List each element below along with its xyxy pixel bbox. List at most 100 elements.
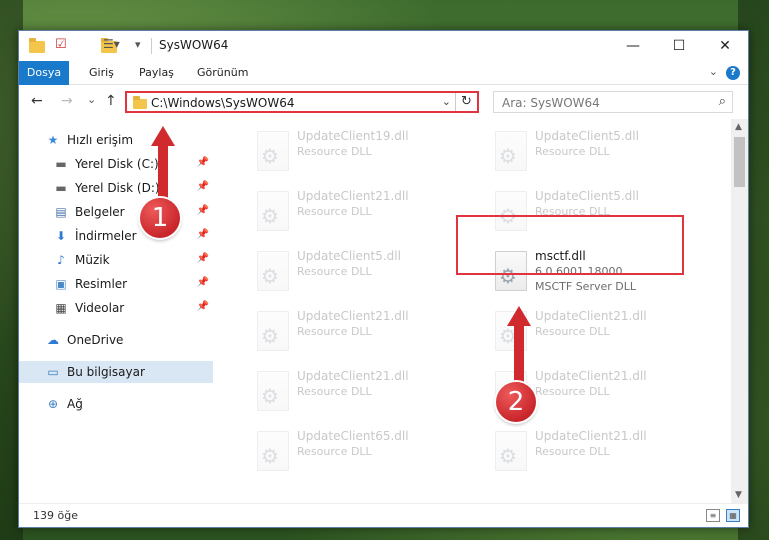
window-title: SysWOW64 bbox=[159, 38, 229, 52]
file-item[interactable]: UpdateClient5.dll Resource DLL bbox=[249, 243, 477, 301]
tab-home[interactable]: Giriş bbox=[81, 61, 122, 85]
pin-icon[interactable]: 📌 bbox=[197, 229, 209, 240]
scroll-thumb[interactable] bbox=[734, 137, 745, 187]
sidebar-item-1[interactable]: ▬ Yerel Disk (C:) 📌 bbox=[19, 153, 213, 175]
file-name: UpdateClient21.dll bbox=[297, 369, 409, 383]
file-item[interactable]: UpdateClient65.dll Resource DLL bbox=[249, 423, 477, 481]
sidebar-item-7[interactable]: ▦ Videolar 📌 bbox=[19, 297, 213, 319]
file-sub1: Resource DLL bbox=[297, 385, 372, 398]
help-icon[interactable]: ? bbox=[726, 66, 740, 80]
sidebar-item-label: Bu bilgisayar bbox=[67, 365, 145, 379]
file-name: UpdateClient21.dll bbox=[535, 369, 647, 383]
pin-icon[interactable]: 📌 bbox=[197, 301, 209, 312]
file-sub1: Resource DLL bbox=[535, 385, 610, 398]
file-sub1: Resource DLL bbox=[297, 325, 372, 338]
sidebar-item-label: Yerel Disk (D:) bbox=[75, 181, 160, 195]
file-explorer-window: ☑ ☰▾ ▾ SysWOW64 — ☐ ✕ Dosya Giriş Paylaş… bbox=[18, 30, 749, 528]
file-name: UpdateClient65.dll bbox=[297, 429, 409, 443]
sidebar-item-label: İndirmeler bbox=[75, 229, 137, 243]
tab-share[interactable]: Paylaş bbox=[131, 61, 182, 85]
sidebar-item-label: Videolar bbox=[75, 301, 125, 315]
pin-icon[interactable]: 📌 bbox=[197, 157, 209, 168]
file-item[interactable]: UpdateClient21.dll Resource DLL bbox=[487, 423, 715, 481]
file-item[interactable]: UpdateClient19.dll Resource DLL bbox=[249, 123, 477, 181]
file-name: UpdateClient21.dll bbox=[535, 309, 647, 323]
sidebar-item-9[interactable]: ▭ Bu bilgisayar bbox=[19, 361, 213, 383]
back-button[interactable]: ← bbox=[31, 93, 43, 109]
file-sub1: Resource DLL bbox=[297, 145, 372, 158]
title-bar: ☑ ☰▾ ▾ SysWOW64 — ☐ ✕ bbox=[19, 31, 748, 61]
address-path[interactable]: C:\Windows\SysWOW64 bbox=[151, 96, 295, 110]
tab-file[interactable]: Dosya bbox=[19, 61, 69, 85]
sidebar-item-label: Belgeler bbox=[75, 205, 125, 219]
sidebar-item-label: Yerel Disk (C:) bbox=[75, 157, 159, 171]
sidebar-item-5[interactable]: ♪ Müzik 📌 bbox=[19, 249, 213, 271]
sidebar-item-3[interactable]: ▤ Belgeler 📌 bbox=[19, 201, 213, 223]
search-placeholder: Ara: SysWOW64 bbox=[502, 96, 600, 110]
file-sub2: MSCTF Server DLL bbox=[535, 280, 636, 293]
properties-icon[interactable]: ☑ bbox=[55, 37, 67, 55]
file-list: UpdateClient19.dllResource DLLUpdateClie… bbox=[229, 119, 734, 503]
title-divider bbox=[151, 38, 152, 54]
documents-icon: ▤ bbox=[55, 205, 67, 219]
cloud-icon: ☁ bbox=[47, 333, 59, 347]
file-sub1: Resource DLL bbox=[535, 325, 610, 338]
file-sub1: Resource DLL bbox=[297, 205, 372, 218]
vertical-scrollbar[interactable]: ▲ ▼ bbox=[731, 119, 748, 503]
arrow-up-icon bbox=[507, 306, 531, 326]
sidebar-item-10[interactable]: ⊕ Ağ bbox=[19, 393, 213, 415]
sidebar-item-label: Hızlı erişim bbox=[67, 133, 134, 147]
toolbar-dropdown-icon[interactable]: ▾ bbox=[135, 38, 141, 56]
network-icon: ⊕ bbox=[47, 397, 59, 411]
navigation-bar: ← → ⌄ ↑ C:\Windows\SysWOW64 ⌄ ↻ Ara: Sys… bbox=[19, 86, 748, 118]
chevron-down-icon[interactable]: ⌄ bbox=[442, 95, 451, 108]
up-button[interactable]: ↑ bbox=[105, 93, 117, 109]
tiles-view-icon[interactable]: ▦ bbox=[726, 509, 740, 522]
pin-icon[interactable]: 📌 bbox=[197, 181, 209, 192]
forward-button[interactable]: → bbox=[61, 93, 73, 109]
pin-icon[interactable]: 📌 bbox=[197, 253, 209, 264]
customize-toolbar-icon[interactable]: ☰▾ bbox=[103, 37, 120, 55]
dll-file-icon bbox=[257, 251, 289, 291]
arrow-shaft bbox=[158, 144, 168, 200]
recent-locations-button[interactable]: ⌄ bbox=[87, 93, 96, 106]
dll-file-icon bbox=[495, 131, 527, 171]
search-icon[interactable]: ⌕ bbox=[719, 94, 726, 109]
details-view-icon[interactable]: ≡ bbox=[706, 509, 720, 522]
sidebar-item-label: OneDrive bbox=[67, 333, 124, 347]
folder-icon bbox=[133, 96, 147, 109]
file-sub1: Resource DLL bbox=[297, 265, 372, 278]
sidebar-item-2[interactable]: ▬ Yerel Disk (D:) 📌 bbox=[19, 177, 213, 199]
sidebar-item-8[interactable]: ☁ OneDrive bbox=[19, 329, 213, 351]
minimize-button[interactable]: — bbox=[610, 31, 656, 61]
sidebar-item-4[interactable]: ⬇ İndirmeler 📌 bbox=[19, 225, 213, 247]
file-sub1: Resource DLL bbox=[297, 445, 372, 458]
file-name: UpdateClient19.dll bbox=[297, 129, 409, 143]
sidebar-item-6[interactable]: ▣ Resimler 📌 bbox=[19, 273, 213, 295]
ribbon-tabs: Dosya Giriş Paylaş Görünüm ⌄ ? bbox=[19, 61, 748, 85]
drive-icon: ▬ bbox=[55, 157, 67, 171]
pin-icon[interactable]: 📌 bbox=[197, 205, 209, 216]
refresh-button[interactable]: ↻ bbox=[455, 93, 477, 111]
file-item[interactable]: UpdateClient5.dll Resource DLL bbox=[487, 123, 715, 181]
address-bar[interactable]: C:\Windows\SysWOW64 ⌄ ↻ bbox=[125, 91, 479, 113]
dll-file-icon bbox=[257, 371, 289, 411]
dll-file-icon bbox=[495, 431, 527, 471]
computer-icon: ▭ bbox=[47, 365, 59, 379]
file-name: UpdateClient21.dll bbox=[297, 309, 409, 323]
file-item[interactable]: UpdateClient21.dll Resource DLL bbox=[249, 303, 477, 361]
pin-icon[interactable]: 📌 bbox=[197, 277, 209, 288]
search-box[interactable]: Ara: SysWOW64 ⌕ bbox=[493, 91, 733, 113]
scroll-down-icon[interactable]: ▼ bbox=[735, 490, 742, 500]
step-marker-1: 1 bbox=[140, 198, 180, 238]
close-button[interactable]: ✕ bbox=[702, 31, 748, 61]
file-item[interactable]: UpdateClient21.dll Resource DLL bbox=[249, 363, 477, 421]
dll-file-icon bbox=[257, 431, 289, 471]
scroll-up-icon[interactable]: ▲ bbox=[735, 122, 742, 132]
maximize-button[interactable]: ☐ bbox=[656, 31, 702, 61]
music-icon: ♪ bbox=[57, 253, 65, 267]
tab-view[interactable]: Görünüm bbox=[189, 61, 256, 85]
sidebar-item-0[interactable]: ★ Hızlı erişim bbox=[19, 129, 213, 151]
file-item[interactable]: UpdateClient21.dll Resource DLL bbox=[249, 183, 477, 241]
expand-ribbon-icon[interactable]: ⌄ bbox=[709, 65, 718, 78]
